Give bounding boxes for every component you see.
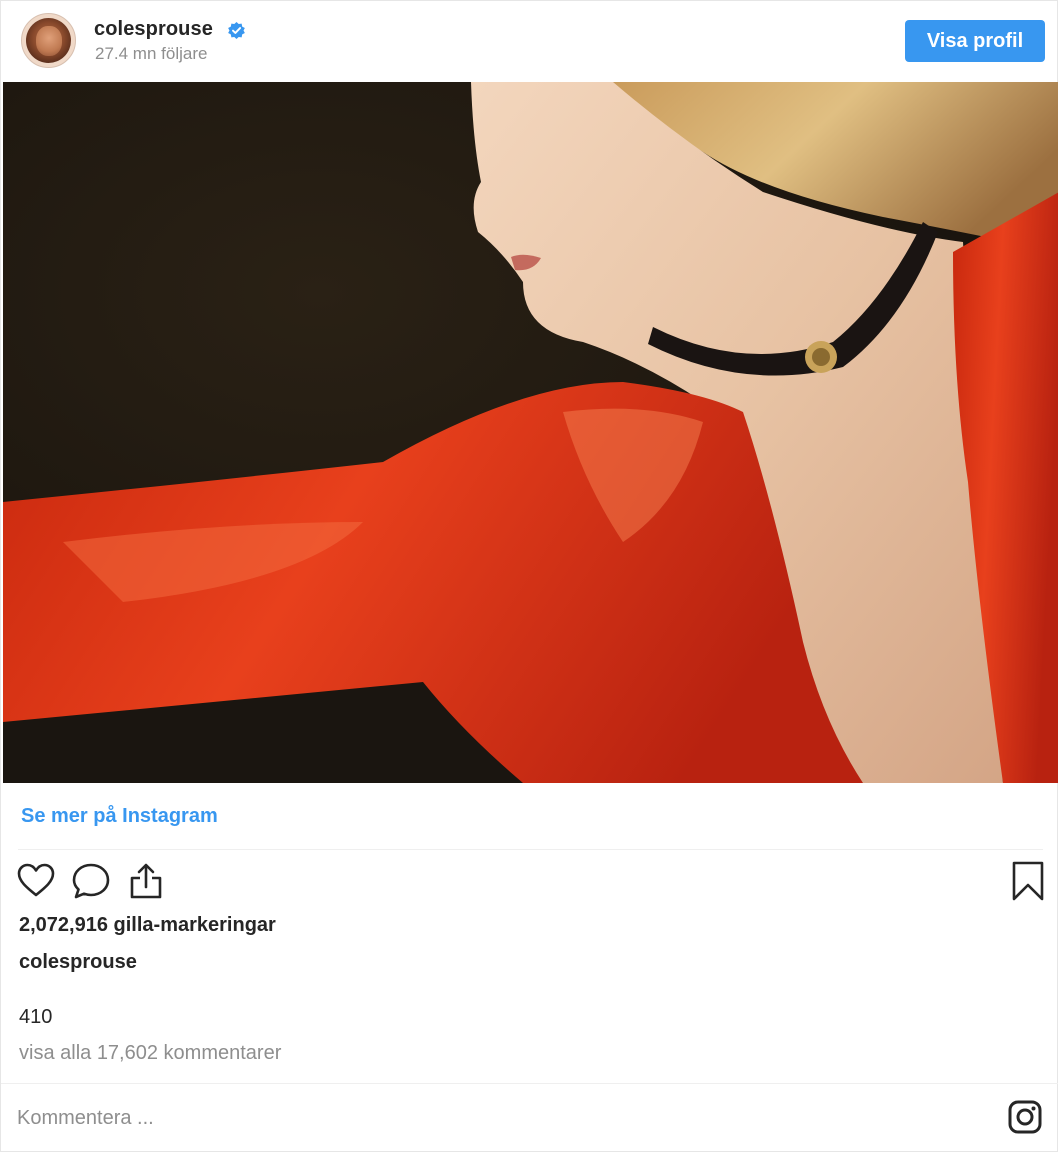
post-header: colesprouse 27.4 mn följare Visa profil xyxy=(1,1,1057,81)
share-icon[interactable] xyxy=(126,861,166,901)
like-count[interactable]: 2,072,916 gilla-markeringar xyxy=(19,914,276,937)
verified-badge-icon xyxy=(228,21,245,40)
instagram-embed-card: colesprouse 27.4 mn följare Visa profil xyxy=(0,0,1058,1152)
heart-icon[interactable] xyxy=(16,861,56,901)
username[interactable]: colesprouse xyxy=(94,18,213,41)
view-profile-button[interactable]: Visa profil xyxy=(905,20,1045,62)
caption-username[interactable]: colesprouse xyxy=(19,951,137,974)
instagram-icon[interactable] xyxy=(1007,1099,1043,1135)
see-more-on-instagram-link[interactable]: Se mer på Instagram xyxy=(21,805,218,828)
comment-input[interactable] xyxy=(17,1101,917,1135)
bookmark-icon[interactable] xyxy=(1008,861,1048,901)
post-photo[interactable] xyxy=(3,82,1058,783)
caption-text: 410 xyxy=(19,1006,53,1028)
photo-of-woman-in-red-dress xyxy=(3,82,1058,783)
avatar[interactable] xyxy=(21,13,76,68)
comment-icon[interactable] xyxy=(71,861,111,901)
divider xyxy=(1,1083,1058,1084)
divider xyxy=(18,849,1043,850)
follower-count: 27.4 mn följare xyxy=(95,44,208,63)
view-all-comments-link[interactable]: visa alla 17,602 kommentarer xyxy=(19,1042,281,1065)
